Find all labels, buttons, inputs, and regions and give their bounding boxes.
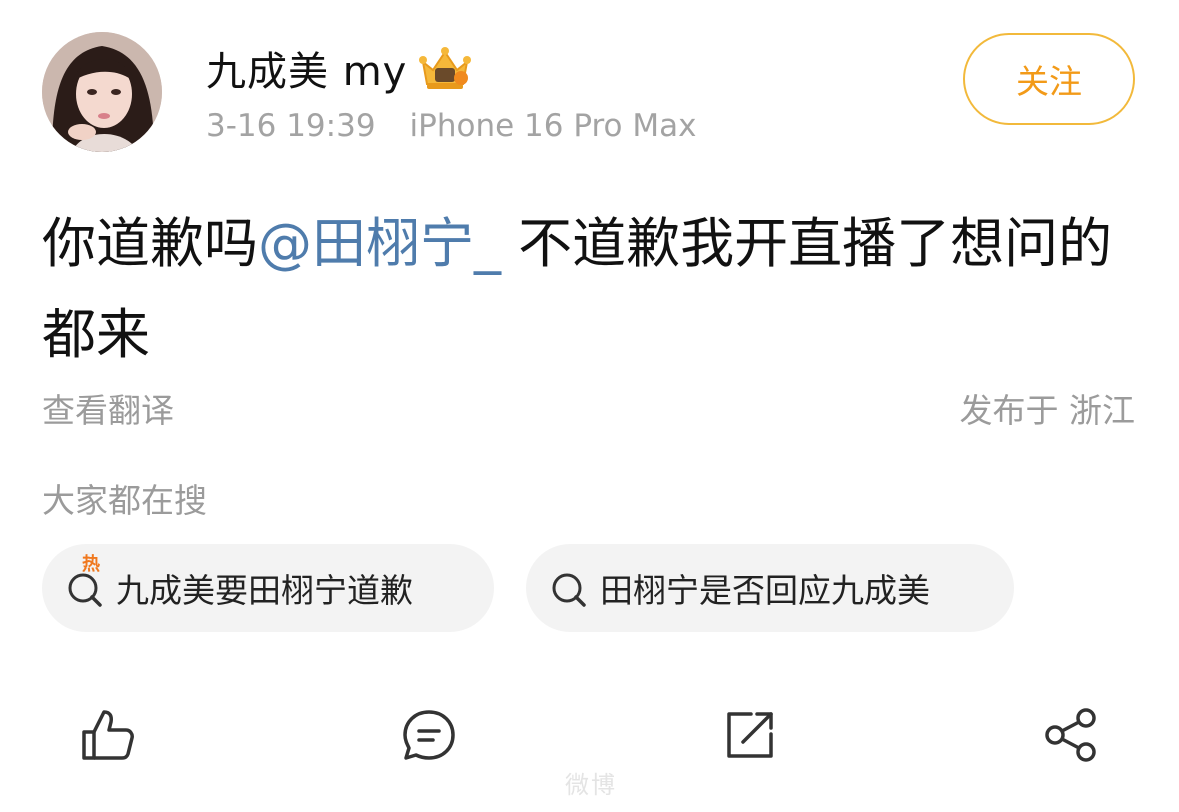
post-text: 你道歉吗@田栩宁_ 不道歉我开直播了想问的都来	[42, 198, 1142, 380]
follow-button[interactable]: 关注	[963, 33, 1135, 125]
post-text-part1: 你道歉吗	[42, 212, 258, 275]
post-device: iPhone 16 Pro Max	[409, 108, 697, 144]
search-chip-2[interactable]: 田栩宁是否回应九成美	[526, 544, 1014, 632]
post-location: 发布于 浙江	[959, 391, 1136, 430]
hot-badge: 热	[82, 554, 100, 575]
search-chip-1[interactable]: 热 九成美要田栩宁道歉	[42, 544, 494, 632]
avatar[interactable]	[42, 32, 162, 152]
repost-icon[interactable]	[721, 706, 779, 764]
hot-search-icon: 热	[64, 556, 108, 610]
search-chip-label: 田栩宁是否回应九成美	[600, 571, 930, 610]
post-date: 3-16 19:39	[206, 108, 376, 144]
mention-link[interactable]: @田栩宁_	[258, 212, 501, 275]
post-meta: 3-16 19:39 iPhone 16 Pro Max	[206, 104, 696, 148]
search-chip-label: 九成美要田栩宁道歉	[116, 571, 413, 610]
watermark: 微博	[565, 770, 617, 799]
crown-badge-icon	[419, 47, 472, 89]
like-icon[interactable]	[78, 706, 136, 764]
author-name[interactable]: 九成美 my	[206, 39, 407, 97]
author-row: 九成美 my	[206, 40, 473, 96]
comment-icon[interactable]	[400, 706, 458, 764]
view-translation-link[interactable]: 查看翻译	[42, 384, 174, 432]
search-icon	[548, 566, 592, 610]
share-icon[interactable]	[1042, 706, 1100, 764]
trending-search-heading: 大家都在搜	[42, 481, 207, 520]
